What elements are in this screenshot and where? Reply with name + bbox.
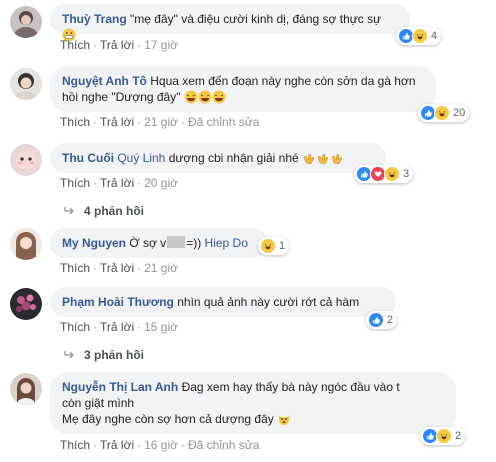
rofl-emoji-icon — [212, 90, 226, 104]
comment-text: nhìn quả ảnh này cười rớt cả hàm — [177, 295, 360, 309]
rofl-emoji-icon — [198, 90, 212, 104]
comment-text: Ờ sợ v — [129, 236, 167, 250]
comment-author[interactable]: My Nguyen — [62, 236, 126, 250]
comment-actions: Thích · Trả lời · 17 giờ — [60, 38, 178, 52]
haha-reaction-icon — [384, 166, 400, 182]
comment-author[interactable]: Nguyệt Anh Tô — [62, 74, 147, 88]
avatar[interactable] — [10, 6, 42, 38]
reaction-count: 2 — [387, 314, 394, 326]
clapping-hands-emoji-icon — [317, 153, 329, 165]
reply-link[interactable]: Trả lời — [100, 438, 134, 452]
haha-reaction-icon — [260, 238, 276, 254]
comment-actions: Thích · Trả lời · 16 giờ · Đã chỉnh sửa — [60, 438, 260, 452]
reply-link[interactable]: Trả lời — [100, 38, 134, 52]
comment-text-line-1: Hqua xem đến đoạn này nghe còn sởn da gà… — [150, 74, 416, 88]
comment-time[interactable]: 17 giờ — [144, 38, 178, 52]
replies-count: 3 phản hồi — [84, 348, 144, 362]
comment-text-line-2: hồi nghe "Dượng đây" — [62, 90, 181, 104]
clapping-hands-emoji-icon — [331, 153, 343, 165]
like-link[interactable]: Thích — [60, 115, 90, 129]
reaction-summary[interactable]: 4 — [396, 27, 442, 45]
comment-time[interactable]: 21 giờ — [144, 261, 178, 275]
comment-actions: Thích · Trả lời · 21 giờ · Đã chỉnh sửa — [60, 115, 260, 129]
edited-label[interactable]: Đã chỉnh sửa — [188, 115, 259, 129]
scared-cat-emoji-icon — [279, 415, 290, 425]
comment-actions: Thích · Trả lời · 20 giờ — [60, 176, 178, 190]
comment-text-line-3: Mẹ đây nghe còn sợ hơn cả dượng đây — [62, 412, 274, 426]
comment-text-end: =)) — [186, 236, 202, 250]
reaction-summary[interactable]: 20 — [418, 104, 470, 122]
like-reaction-icon — [368, 312, 384, 328]
reaction-count: 2 — [455, 430, 462, 442]
avatar[interactable] — [10, 373, 42, 405]
like-link[interactable]: Thích — [60, 38, 90, 52]
comment-bubble: Phạm Hoài Thương nhìn quả ảnh này cười r… — [50, 287, 396, 317]
like-link[interactable]: Thích — [60, 438, 90, 452]
comment-time[interactable]: 20 giờ — [144, 176, 178, 190]
censored-block — [167, 236, 186, 248]
reaction-summary[interactable]: 1 — [258, 237, 290, 255]
like-link[interactable]: Thích — [60, 176, 90, 190]
rofl-emoji-icon — [184, 90, 198, 104]
comment-actions: Thích · Trả lời · 15 giờ — [60, 320, 178, 334]
avatar-image — [10, 373, 42, 405]
comment-time[interactable]: 15 giờ — [144, 320, 178, 334]
comment-bubble: Thu Cuối Quý Linh dượng cbi nhận giải nh… — [50, 143, 386, 173]
reaction-summary[interactable]: 2 — [366, 311, 398, 329]
comment-author[interactable]: Phạm Hoài Thương — [62, 295, 174, 309]
comment-text-line-2: còn giật mình — [62, 396, 135, 410]
reply-link[interactable]: Trả lời — [100, 115, 134, 129]
avatar-image — [10, 6, 42, 38]
replies-count: 4 phản hồi — [84, 204, 144, 218]
comment-text-line-1: Đag xem hay thấy bà này ngóc đầu vào t — [181, 380, 400, 394]
haha-reaction-icon — [412, 28, 428, 44]
avatar[interactable] — [10, 144, 42, 176]
reply-link[interactable]: Trả lời — [100, 176, 134, 190]
avatar[interactable] — [10, 288, 42, 320]
reaction-summary[interactable]: 3 — [354, 165, 414, 183]
edited-label[interactable]: Đã chỉnh sửa — [188, 438, 259, 452]
comment-time[interactable]: 21 giờ — [144, 115, 178, 129]
view-replies-link[interactable]: 3 phản hồi — [64, 348, 144, 362]
comment-bubble: Thuỳ Trang "mẹ đây" và điệu cười kinh dị… — [50, 4, 410, 42]
reaction-summary[interactable]: 2 — [420, 427, 466, 445]
avatar-image — [10, 144, 42, 176]
haha-reaction-icon — [436, 428, 452, 444]
comment-time[interactable]: 16 giờ — [144, 438, 178, 452]
comment-bubble: Nguyễn Thị Lan Anh Đag xem hay thấy bà n… — [50, 372, 456, 434]
avatar-image — [10, 288, 42, 320]
reply-link[interactable]: Trả lời — [100, 320, 134, 334]
mentioned-user[interactable]: Hiep Do — [205, 236, 248, 250]
reply-arrow-icon — [64, 207, 74, 215]
like-link[interactable]: Thích — [60, 261, 90, 275]
comment-author[interactable]: Thuỳ Trang — [62, 12, 127, 26]
reply-arrow-icon — [64, 351, 74, 359]
haha-reaction-icon — [434, 105, 450, 121]
clapping-hands-emoji-icon — [303, 153, 315, 165]
like-link[interactable]: Thích — [60, 320, 90, 334]
comment-bubble: Nguyệt Anh Tô Hqua xem đến đoạn này nghe… — [50, 66, 436, 112]
reaction-count: 4 — [431, 30, 438, 42]
reaction-count: 3 — [403, 168, 410, 180]
comment-author[interactable]: Nguyễn Thị Lan Anh — [62, 380, 178, 394]
avatar-image — [10, 68, 42, 100]
comment-bubble: My Nguyen Ờ sợ v =)) Hiep Do — [50, 228, 268, 258]
comment-text: "mẹ đây" và điệu cười kinh dị, đáng sợ t… — [130, 12, 382, 26]
avatar-image — [10, 228, 42, 260]
reaction-count: 1 — [279, 240, 286, 252]
reply-link[interactable]: Trả lời — [100, 261, 134, 275]
comment-author[interactable]: Thu Cuối — [62, 151, 114, 165]
mentioned-user[interactable]: Quý Linh — [117, 151, 165, 165]
comment-text: dượng cbi nhận giải nhé — [168, 151, 299, 165]
avatar[interactable] — [10, 68, 42, 100]
comment-actions: Thích · Trả lời · 21 giờ — [60, 261, 178, 275]
avatar[interactable] — [10, 228, 42, 260]
reaction-count: 20 — [453, 107, 466, 119]
view-replies-link[interactable]: 4 phản hồi — [64, 204, 144, 218]
